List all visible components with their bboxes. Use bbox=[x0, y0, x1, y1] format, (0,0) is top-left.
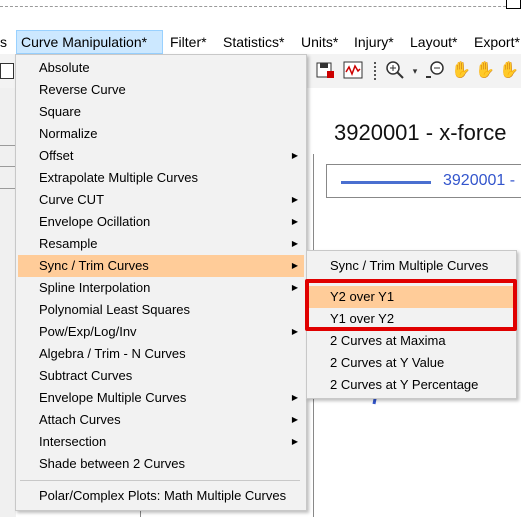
menu-item-envelope-multiple-curves[interactable]: Envelope Multiple Curves ▶ bbox=[18, 387, 304, 409]
menu-item-pow-exp-log-inv[interactable]: Pow/Exp/Log/Inv ▶ bbox=[18, 321, 304, 343]
menu-item-normalize[interactable]: Normalize bbox=[18, 123, 304, 145]
menu-item-label: Shade between 2 Curves bbox=[39, 456, 185, 471]
menu-item-label: Extrapolate Multiple Curves bbox=[39, 170, 198, 185]
submenu-item-2-curves-at-y-percentage[interactable]: 2 Curves at Y Percentage bbox=[309, 374, 514, 396]
menu-item-square[interactable]: Square bbox=[18, 101, 304, 123]
menu-item-label: Reverse Curve bbox=[39, 82, 126, 97]
pan-hand-icon[interactable]: ✋ bbox=[450, 60, 472, 82]
submenu-arrow-icon: ▶ bbox=[291, 283, 298, 292]
menu-item-algebra-trim[interactable]: Algebra / Trim - N Curves bbox=[18, 343, 304, 365]
menu-tools-partial[interactable]: s bbox=[0, 30, 7, 54]
plot-legend: 3920001 - bbox=[326, 164, 521, 198]
menu-item-label: Resample bbox=[39, 236, 98, 251]
toolbar-separator bbox=[374, 62, 378, 80]
menu-item-label: Spline Interpolation bbox=[39, 280, 151, 295]
menu-statistics[interactable]: Statistics* bbox=[223, 30, 284, 54]
pan-horizontal-hand-icon[interactable]: ✋ bbox=[498, 60, 520, 82]
window-corner-box bbox=[506, 0, 521, 9]
menu-item-label: Square bbox=[39, 104, 81, 119]
zoom-dropdown-chevron-icon[interactable]: ▾ bbox=[404, 60, 426, 82]
menu-item-label: Algebra / Trim - N Curves bbox=[39, 346, 186, 361]
menu-item-label: Polynomial Least Squares bbox=[39, 302, 191, 317]
submenu-item-sync-trim-multiple[interactable]: Sync / Trim Multiple Curves bbox=[309, 255, 514, 277]
annotation-highlight-box bbox=[305, 279, 517, 331]
menu-item-label: Sync / Trim Curves bbox=[39, 258, 149, 273]
legend-series-swatch bbox=[341, 181, 431, 184]
menu-item-envelope-ocillation[interactable]: Envelope Ocillation ▶ bbox=[18, 211, 304, 233]
menu-item-label: Attach Curves bbox=[39, 412, 121, 427]
submenu-item-2-curves-at-y-value[interactable]: 2 Curves at Y Value bbox=[309, 352, 514, 374]
menu-item-label: Pow/Exp/Log/Inv bbox=[39, 324, 137, 339]
submenu-item-label: 2 Curves at Y Value bbox=[330, 355, 445, 370]
submenu-arrow-icon: ▶ bbox=[291, 151, 298, 160]
menu-item-intersection[interactable]: Intersection ▶ bbox=[18, 431, 304, 453]
menu-item-reverse-curve[interactable]: Reverse Curve bbox=[18, 79, 304, 101]
submenu-arrow-icon: ▶ bbox=[291, 261, 298, 270]
menubar: s Curve Manipulation* Filter* Statistics… bbox=[0, 30, 521, 54]
plot-title: 3920001 - x-force bbox=[334, 120, 507, 145]
submenu-arrow-icon: ▶ bbox=[291, 393, 298, 402]
waveform-icon[interactable] bbox=[342, 60, 364, 82]
menu-item-label: Absolute bbox=[39, 60, 90, 75]
menu-item-label: Envelope Multiple Curves bbox=[39, 390, 187, 405]
menu-curve-manipulation[interactable]: Curve Manipulation* bbox=[16, 30, 163, 54]
menu-item-spline-interpolation[interactable]: Spline Interpolation ▶ bbox=[18, 277, 304, 299]
menu-item-label: Polar/Complex Plots: Math Multiple Curve… bbox=[39, 488, 287, 503]
menu-units[interactable]: Units* bbox=[301, 30, 338, 54]
window-top-border bbox=[0, 0, 521, 7]
menu-item-absolute[interactable]: Absolute bbox=[18, 57, 304, 79]
curve-manipulation-menu: Absolute Reverse Curve Square Normalize … bbox=[15, 54, 307, 511]
legend-series-label: 3920001 - bbox=[443, 172, 516, 189]
menu-item-sync-trim-curves[interactable]: Sync / Trim Curves ▶ bbox=[18, 255, 304, 277]
menu-item-shade-between-curves[interactable]: Shade between 2 Curves bbox=[18, 453, 304, 475]
submenu-arrow-icon: ▶ bbox=[291, 239, 298, 248]
menu-filter[interactable]: Filter* bbox=[170, 30, 207, 54]
menu-item-polynomial-least-squares[interactable]: Polynomial Least Squares bbox=[18, 299, 304, 321]
submenu-item-2-curves-at-maxima[interactable]: 2 Curves at Maxima bbox=[309, 330, 514, 352]
submenu-item-label: 2 Curves at Y Percentage bbox=[330, 377, 479, 392]
left-panel-divider bbox=[0, 188, 16, 189]
menu-item-label: Envelope Ocillation bbox=[39, 214, 151, 229]
menu-item-label: Intersection bbox=[39, 434, 107, 449]
menu-item-label: Normalize bbox=[39, 126, 98, 141]
save-chart-icon[interactable] bbox=[314, 60, 336, 82]
menu-separator bbox=[20, 480, 300, 481]
submenu-arrow-icon: ▶ bbox=[291, 195, 298, 204]
menu-item-label: Offset bbox=[39, 148, 74, 163]
zoom-icon[interactable] bbox=[384, 60, 406, 82]
menu-item-curve-cut[interactable]: Curve CUT ▶ bbox=[18, 189, 304, 211]
left-panel bbox=[0, 88, 16, 517]
submenu-arrow-icon: ▶ bbox=[291, 327, 298, 336]
menu-item-subtract-curves[interactable]: Subtract Curves bbox=[18, 365, 304, 387]
menu-item-label: Subtract Curves bbox=[39, 368, 133, 383]
menu-item-label: Curve CUT bbox=[39, 192, 105, 207]
zoom-out-icon[interactable] bbox=[424, 60, 446, 82]
menu-item-polar-complex-plots[interactable]: Polar/Complex Plots: Math Multiple Curve… bbox=[18, 485, 304, 507]
submenu-arrow-icon: ▶ bbox=[291, 217, 298, 226]
menu-item-extrapolate-multiple-curves[interactable]: Extrapolate Multiple Curves bbox=[18, 167, 304, 189]
menu-item-attach-curves[interactable]: Attach Curves ▶ bbox=[18, 409, 304, 431]
pan-vertical-hand-icon[interactable]: ✋ bbox=[474, 60, 496, 82]
submenu-arrow-icon: ▶ bbox=[291, 437, 298, 446]
left-panel-divider bbox=[0, 166, 16, 167]
menu-injury[interactable]: Injury* bbox=[354, 30, 394, 54]
submenu-arrow-icon: ▶ bbox=[291, 415, 298, 424]
left-panel-divider bbox=[0, 145, 16, 146]
menu-item-resample[interactable]: Resample ▶ bbox=[18, 233, 304, 255]
submenu-item-label: 2 Curves at Maxima bbox=[330, 333, 446, 348]
submenu-item-label: Sync / Trim Multiple Curves bbox=[330, 258, 489, 273]
panel-toggle-icon[interactable] bbox=[0, 63, 14, 79]
menu-layout[interactable]: Layout* bbox=[410, 30, 457, 54]
menu-item-offset[interactable]: Offset ▶ bbox=[18, 145, 304, 167]
menu-export[interactable]: Export* bbox=[474, 30, 520, 54]
